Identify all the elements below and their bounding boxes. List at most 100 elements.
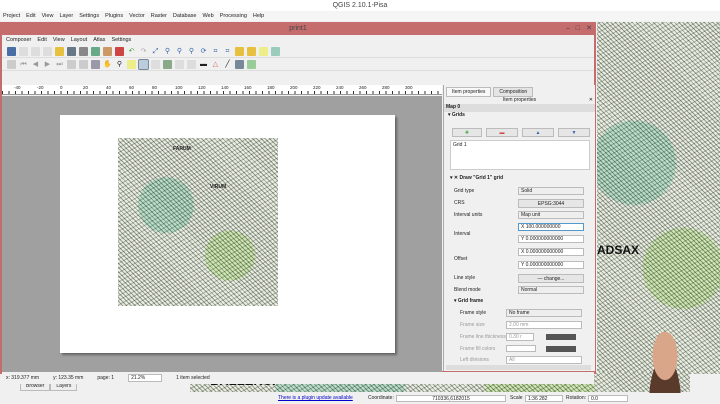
first-feature-icon[interactable]: ⏮ [19, 60, 28, 69]
unlock-items-icon[interactable]: ⌗ [223, 47, 232, 56]
frame-color-swatch[interactable] [546, 334, 576, 340]
add-map-icon[interactable] [151, 59, 160, 69]
add-arrow-icon[interactable]: ╱ [223, 60, 232, 69]
menu-view[interactable]: View [42, 11, 54, 21]
undo-icon[interactable]: ↶ [127, 47, 136, 56]
duplicate-icon[interactable] [31, 46, 40, 56]
previous-feature-icon[interactable]: ◀ [31, 60, 40, 69]
menu-web[interactable]: Web [202, 11, 213, 21]
zoom-in-icon[interactable]: ⚲ [175, 47, 184, 56]
refresh-icon[interactable]: ⟳ [199, 47, 208, 56]
add-table-icon[interactable] [235, 59, 244, 69]
print-atlas-icon[interactable] [67, 59, 76, 69]
last-feature-icon[interactable]: ⏭ [55, 60, 64, 69]
menu-help[interactable]: Help [253, 11, 264, 21]
save-template-icon[interactable] [67, 46, 76, 56]
frame-fill-color-2[interactable] [546, 346, 576, 352]
move-content-icon[interactable] [138, 58, 149, 70]
add-label-icon[interactable] [175, 59, 184, 69]
add-image-icon[interactable] [163, 59, 172, 69]
add-html-icon[interactable] [247, 59, 256, 69]
unlock-icon[interactable] [247, 46, 256, 56]
save-icon[interactable] [7, 46, 16, 56]
export-pdf-icon[interactable] [115, 46, 124, 56]
open-folder-icon[interactable] [55, 46, 64, 56]
select-move-icon[interactable] [127, 59, 136, 69]
export-image-icon[interactable] [91, 46, 100, 56]
menu-layer[interactable]: Layer [59, 11, 73, 21]
add-scalebar-icon[interactable]: ▬ [199, 60, 208, 69]
plugin-update-link[interactable]: There is a plugin update available [278, 393, 353, 404]
close-panel-icon[interactable]: ✕ [589, 97, 593, 103]
remove-grid-button[interactable]: ▬ [486, 128, 518, 137]
interval-x-input[interactable]: X 100.000000000 [518, 223, 584, 231]
interval-units-select[interactable]: Map unit [518, 211, 584, 219]
atlas-settings-icon[interactable] [91, 59, 100, 69]
pan-icon[interactable]: ✋ [103, 60, 112, 69]
map-item[interactable]: FARUM VIRUM [118, 138, 278, 306]
composer-canvas[interactable]: FARUM VIRUM [2, 96, 442, 372]
zoom-full-icon[interactable]: ⤢ [151, 47, 160, 56]
add-shape-icon[interactable]: △ [211, 60, 220, 69]
menu-atlas[interactable]: Atlas [93, 35, 105, 45]
grid-frame-section[interactable]: Grid frame [458, 298, 483, 304]
blend-mode-select[interactable]: Normal [518, 286, 584, 294]
menu-composer[interactable]: Composer [6, 35, 31, 45]
composer-manager-icon[interactable] [43, 46, 52, 56]
horizontal-scrollbar[interactable] [446, 365, 591, 370]
crs-button[interactable]: EPSG:3044 [518, 199, 584, 208]
menu-processing[interactable]: Processing [220, 11, 247, 21]
tab-item-properties[interactable]: Item properties [446, 87, 492, 97]
zoom-select[interactable]: 21.2% [128, 374, 163, 382]
coordinate-field[interactable]: 710336,6182015 [396, 395, 506, 402]
offset-y-input[interactable]: Y 0.000000000000 [518, 261, 584, 269]
next-feature-icon[interactable]: ▶ [43, 60, 52, 69]
frame-size-input[interactable]: 2.00 mm [506, 321, 582, 329]
group-icon[interactable] [259, 46, 268, 56]
minimize-button[interactable]: – [566, 22, 570, 35]
export-atlas-icon[interactable] [79, 59, 88, 69]
atlas-icon[interactable] [7, 59, 16, 69]
menu-edit[interactable]: Edit [37, 35, 46, 45]
grids-section[interactable]: Grids [452, 112, 465, 118]
lock-items-icon[interactable]: ⌗ [211, 47, 220, 56]
menu-settings[interactable]: Settings [79, 11, 99, 21]
rotation-field[interactable]: 0.0 [588, 395, 628, 402]
offset-x-input[interactable]: X 0.000000000000 [518, 248, 584, 256]
add-grid-button[interactable]: ✚ [452, 128, 482, 137]
tab-composition[interactable]: Composition [493, 87, 534, 97]
close-button[interactable]: ✕ [586, 22, 592, 35]
map-canvas[interactable] [597, 22, 720, 374]
lock-icon[interactable] [235, 46, 244, 56]
grid-list-item[interactable]: Grid 1 [453, 142, 467, 148]
zoom-tool-icon[interactable]: ⚲ [115, 60, 124, 69]
new-composer-icon[interactable] [19, 46, 28, 56]
menu-view[interactable]: View [53, 35, 65, 45]
menu-settings[interactable]: Settings [111, 35, 131, 45]
frame-style-select[interactable]: No frame [506, 309, 582, 317]
menu-project[interactable]: Project [3, 11, 20, 21]
add-legend-icon[interactable] [187, 59, 196, 69]
line-style-button[interactable]: — change... [518, 274, 584, 283]
frame-line-thickness-input[interactable]: 0.30 r [506, 333, 534, 341]
menu-vector[interactable]: Vector [129, 11, 145, 21]
print-icon[interactable] [79, 46, 88, 56]
export-svg-icon[interactable] [103, 46, 112, 56]
maximize-button[interactable]: □ [576, 22, 580, 35]
move-up-button[interactable]: ▲ [522, 128, 554, 137]
zoom-100-icon[interactable]: ⚲ [163, 47, 172, 56]
grid-type-select[interactable]: Solid [518, 187, 584, 195]
left-divisions-select[interactable]: All [506, 356, 582, 364]
move-down-button[interactable]: ▼ [558, 128, 590, 137]
menu-raster[interactable]: Raster [151, 11, 167, 21]
zoom-out-icon[interactable]: ⚲ [187, 47, 196, 56]
menu-plugins[interactable]: Plugins [105, 11, 123, 21]
menu-edit[interactable]: Edit [26, 11, 35, 21]
menu-database[interactable]: Database [173, 11, 197, 21]
redo-icon[interactable]: ↷ [139, 47, 148, 56]
frame-fill-color-1[interactable] [506, 345, 536, 352]
scale-field[interactable]: 1:36 282 [525, 395, 563, 402]
menu-layout[interactable]: Layout [71, 35, 88, 45]
draw-grid-checkbox[interactable]: Draw "Grid 1" grid [459, 175, 503, 181]
interval-y-input[interactable]: Y 0.000000000000 [518, 235, 584, 243]
